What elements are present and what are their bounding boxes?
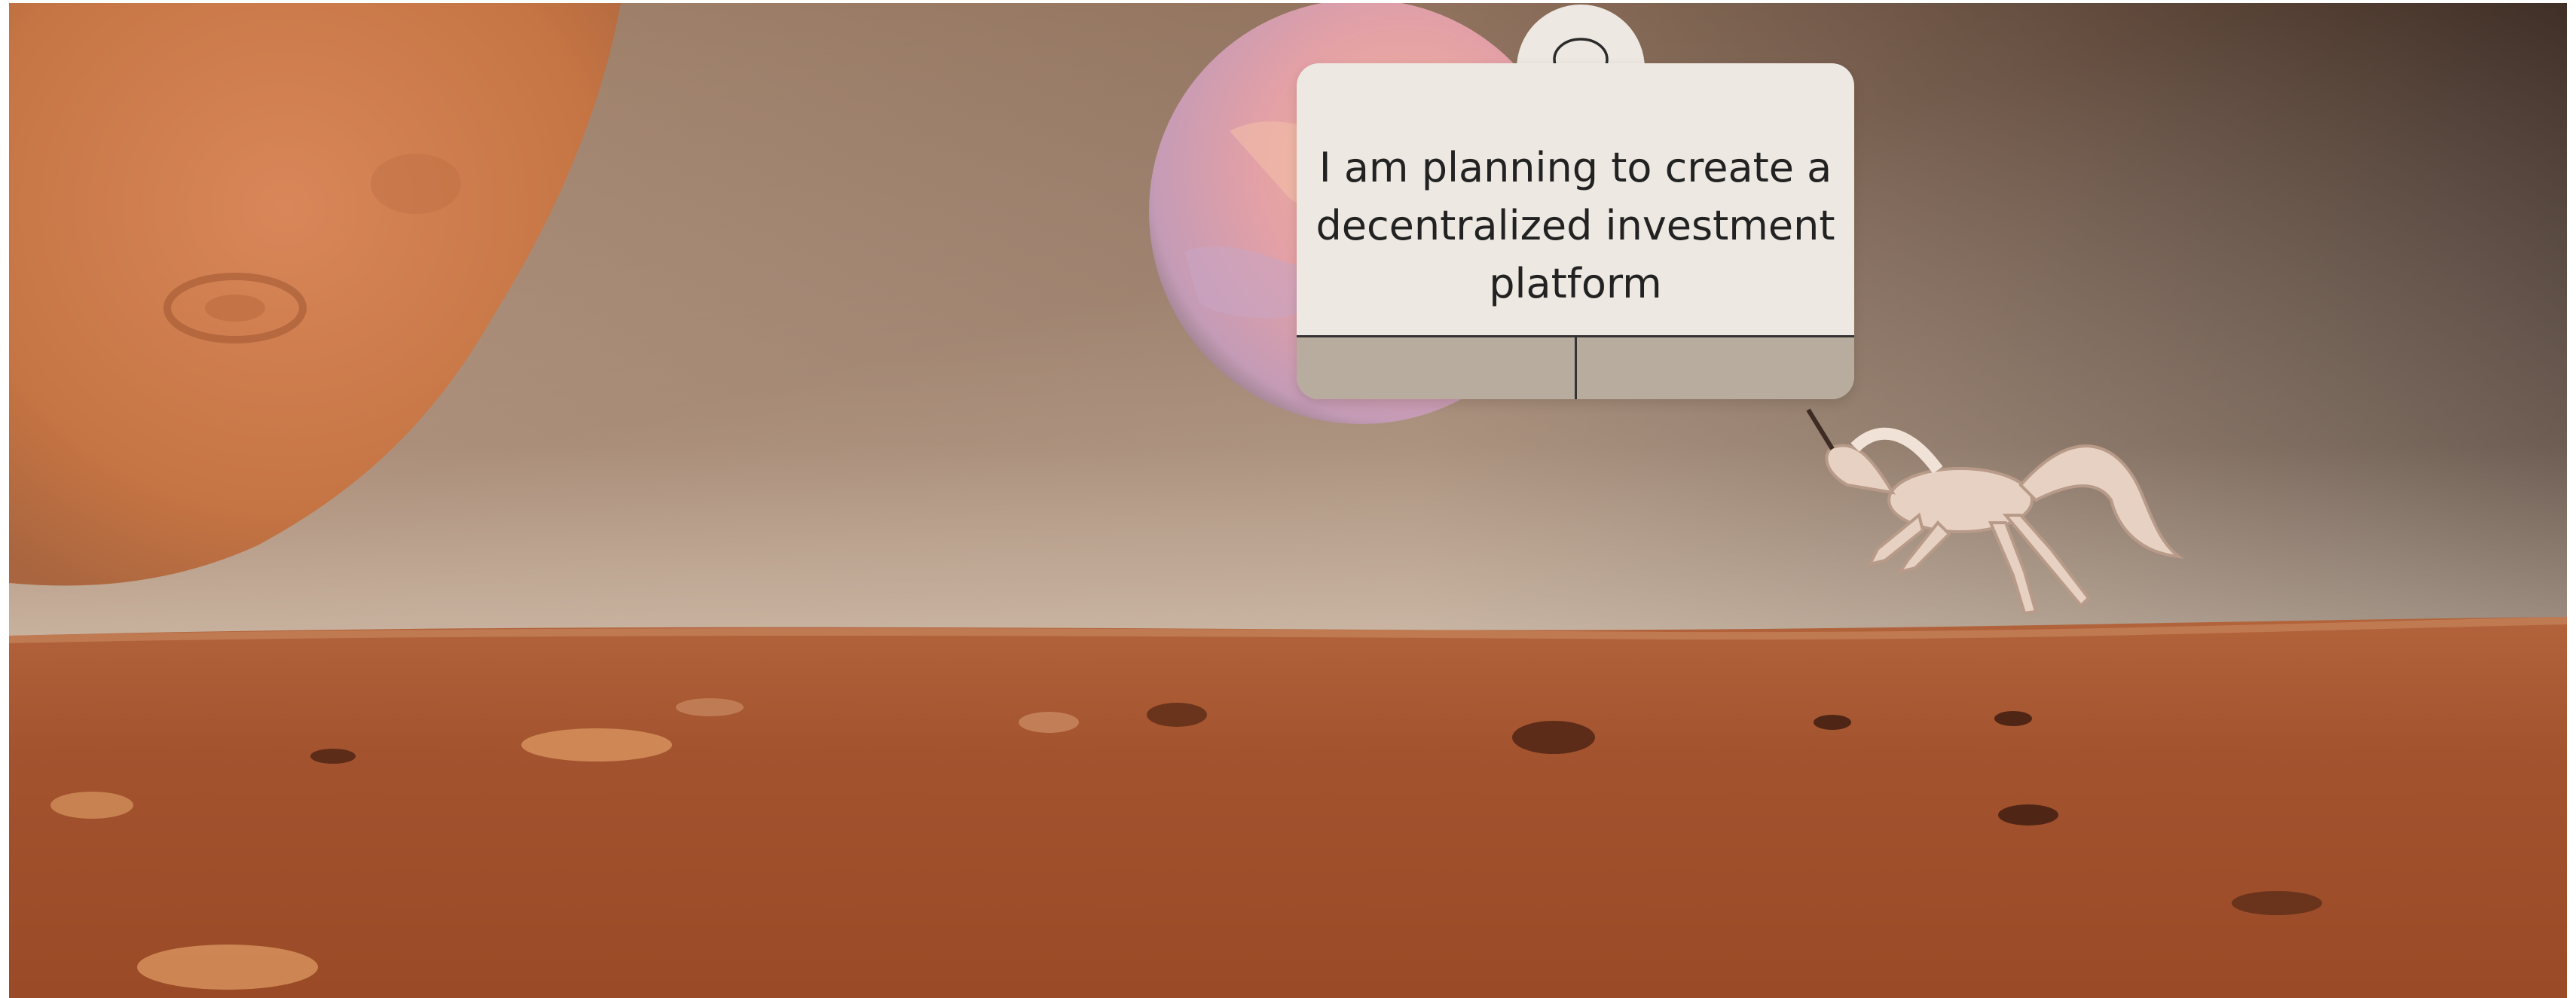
speech-footer-right-button[interactable] [1574,337,1855,399]
speech-footer-left-button[interactable] [1297,337,1575,399]
speech-card: I am planning to create a decentralized … [1297,63,1854,399]
mars-landscape-image [9,3,2567,998]
mars-scene [9,3,2567,998]
speech-text: I am planning to create a decentralized … [1316,144,1835,307]
speech-card-footer [1297,335,1854,399]
